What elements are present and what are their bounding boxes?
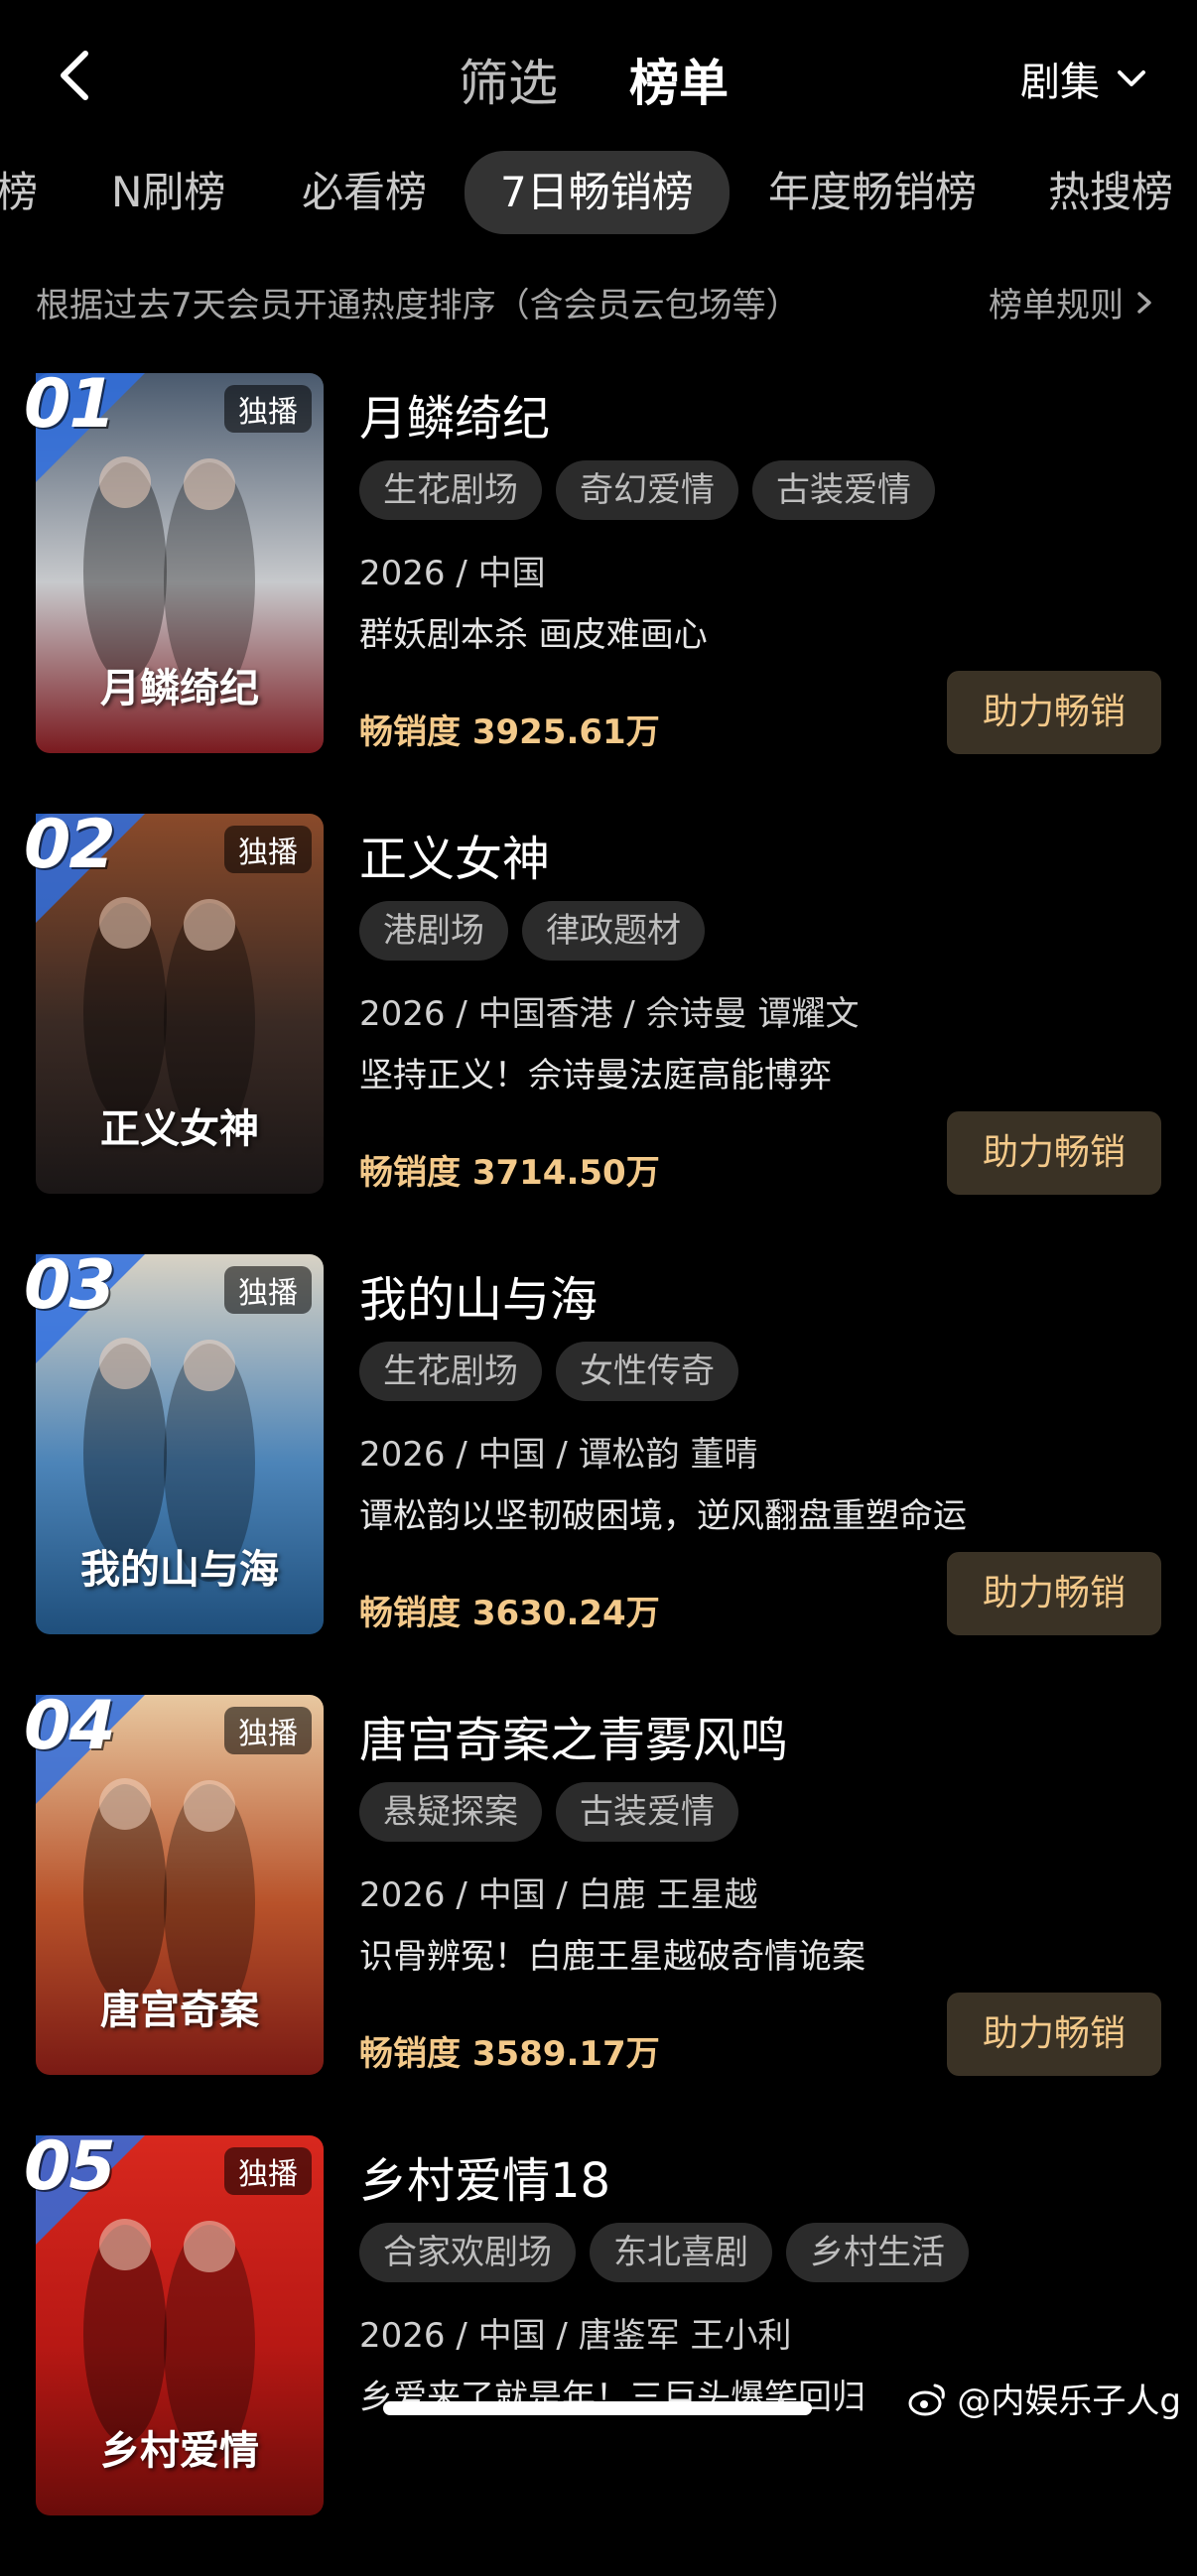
show-meta: 2026 / 中国 / 唐鉴军 王小利 xyxy=(359,2316,792,2356)
show-meta: 2026 / 中国 / 白鹿 王星越 xyxy=(359,1875,758,1915)
sales-score: 畅销度 3925.61万 xyxy=(359,712,660,752)
show-meta: 2026 / 中国 xyxy=(359,554,546,593)
show-title[interactable]: 我的山与海 xyxy=(359,1260,598,1330)
back-arrow-icon[interactable] xyxy=(48,46,107,105)
genre-tag[interactable]: 生花剧场 xyxy=(359,460,542,520)
boost-sales-button[interactable]: 助力畅销 xyxy=(947,671,1161,754)
poster-title: 月鳞绮纪 xyxy=(100,666,259,711)
tag-list: 悬疑探案 古装爱情 xyxy=(359,1782,738,1842)
ranking-rules-label: 榜单规则 xyxy=(989,286,1124,325)
ranking-rules-link[interactable]: 榜单规则 xyxy=(989,278,1157,326)
list-item[interactable]: 乡村爱情 独播 05 乡村爱情18 合家欢剧场 东北喜剧 乡村生活 2026 / 中… xyxy=(0,2127,1197,2576)
boost-sales-button[interactable]: 助力畅销 xyxy=(947,1993,1161,2076)
show-blurb: 群妖剧本杀 画皮难画心 xyxy=(359,615,708,655)
chevron-right-icon xyxy=(1137,291,1151,314)
exclusive-badge: 独播 xyxy=(224,1266,312,1314)
list-item[interactable]: 月鳞绮纪 独播 01 月鳞绮纪 生花剧场 奇幻爱情 古装爱情 2026 / 中国 群… xyxy=(0,365,1197,814)
poster-title: 我的山与海 xyxy=(80,1547,279,1593)
list-item[interactable]: 正义女神 独播 02 正义女神 港剧场 律政题材 2026 / 中国香港 / 佘诗… xyxy=(0,806,1197,1254)
ranking-description: 根据过去7天会员开通热度排序（含会员云包场等） xyxy=(36,286,800,325)
show-blurb: 识骨辨冤！白鹿王星越破奇情诡案 xyxy=(359,1937,865,1977)
genre-tag[interactable]: 女性传奇 xyxy=(556,1342,738,1401)
chart-tabs: 榜 N刷榜 必看榜 7日畅销榜 年度畅销榜 热搜榜 xyxy=(0,149,1197,236)
sales-score: 畅销度 3714.50万 xyxy=(359,1153,660,1193)
show-meta: 2026 / 中国 / 谭松韵 董晴 xyxy=(359,1435,758,1475)
genre-tag[interactable]: 古装爱情 xyxy=(556,1782,738,1842)
boost-sales-button[interactable]: 助力畅销 xyxy=(947,1552,1161,1635)
genre-tag[interactable]: 悬疑探案 xyxy=(359,1782,542,1842)
show-blurb: 谭松韵以坚韧破困境，逆风翻盘重塑命运 xyxy=(359,1496,967,1536)
rank-number: 02 xyxy=(24,806,116,884)
boost-sales-button[interactable]: 助力畅销 xyxy=(947,1111,1161,1195)
chart-tab-n-rewatch[interactable]: N刷榜 xyxy=(111,163,225,222)
tag-list: 合家欢剧场 东北喜剧 乡村生活 xyxy=(359,2223,969,2282)
show-title[interactable]: 月鳞绮纪 xyxy=(359,379,550,449)
show-meta: 2026 / 中国香港 / 佘诗曼 谭耀文 xyxy=(359,994,860,1034)
home-indicator[interactable] xyxy=(383,2401,812,2415)
exclusive-badge: 独播 xyxy=(224,826,312,873)
genre-tag[interactable]: 港剧场 xyxy=(359,901,508,961)
rank-number: 01 xyxy=(24,365,116,444)
chart-tab-hot-search[interactable]: 热搜榜 xyxy=(1048,163,1173,222)
rank-number: 05 xyxy=(24,2127,116,2206)
genre-tag[interactable]: 生花剧场 xyxy=(359,1342,542,1401)
weibo-icon xyxy=(908,2383,946,2415)
weibo-watermark: @内娱乐子人g xyxy=(907,2374,1181,2422)
rank-number: 04 xyxy=(24,1687,116,1765)
rank-number: 03 xyxy=(24,1246,116,1325)
list-item[interactable]: 唐宫奇案 独播 04 唐宫奇案之青雾风鸣 悬疑探案 古装爱情 2026 / 中国 … xyxy=(0,1687,1197,2135)
chevron-down-icon xyxy=(1118,70,1145,86)
show-title[interactable]: 唐宫奇案之青雾风鸣 xyxy=(359,1701,788,1770)
chart-tab-must-watch[interactable]: 必看榜 xyxy=(302,163,427,222)
poster-title: 乡村爱情 xyxy=(100,2428,259,2474)
genre-label: 剧集 xyxy=(1020,60,1100,105)
tag-list: 生花剧场 奇幻爱情 古装爱情 xyxy=(359,460,935,520)
show-blurb: 坚持正义！佘诗曼法庭高能博弈 xyxy=(359,1056,832,1095)
poster-title: 正义女神 xyxy=(100,1106,259,1152)
chart-tab-0[interactable]: 榜 xyxy=(0,163,38,222)
show-title[interactable]: 乡村爱情18 xyxy=(359,2141,610,2211)
genre-dropdown[interactable]: 剧集 xyxy=(1020,50,1149,107)
poster-title: 唐宫奇案 xyxy=(100,1988,259,2033)
genre-tag[interactable]: 乡村生活 xyxy=(786,2223,969,2282)
genre-tag[interactable]: 律政题材 xyxy=(522,901,705,961)
tag-list: 港剧场 律政题材 xyxy=(359,901,705,961)
watermark-text: @内娱乐子人g xyxy=(957,2382,1181,2421)
exclusive-badge: 独播 xyxy=(224,385,312,433)
genre-tag[interactable]: 东北喜剧 xyxy=(590,2223,772,2282)
chart-tab-7day-bestseller[interactable]: 7日畅销榜 xyxy=(465,151,730,234)
chart-tab-annual-bestseller[interactable]: 年度畅销榜 xyxy=(768,163,977,222)
show-title[interactable]: 正义女神 xyxy=(359,820,550,889)
exclusive-badge: 独播 xyxy=(224,2147,312,2195)
sales-score: 畅销度 3630.24万 xyxy=(359,1594,660,1633)
genre-tag[interactable]: 奇幻爱情 xyxy=(556,460,738,520)
list-item[interactable]: 我的山与海 独播 03 我的山与海 生花剧场 女性传奇 2026 / 中国 / 谭… xyxy=(0,1246,1197,1695)
top-bar: 筛选 榜单 剧集 xyxy=(0,0,1197,149)
genre-tag[interactable]: 合家欢剧场 xyxy=(359,2223,576,2282)
sales-score: 畅销度 3589.17万 xyxy=(359,2034,660,2074)
genre-tag[interactable]: 古装爱情 xyxy=(752,460,935,520)
exclusive-badge: 独播 xyxy=(224,1707,312,1754)
tab-ranking[interactable]: 榜单 xyxy=(629,44,729,115)
tag-list: 生花剧场 女性传奇 xyxy=(359,1342,738,1401)
tab-filter[interactable]: 筛选 xyxy=(459,44,558,115)
